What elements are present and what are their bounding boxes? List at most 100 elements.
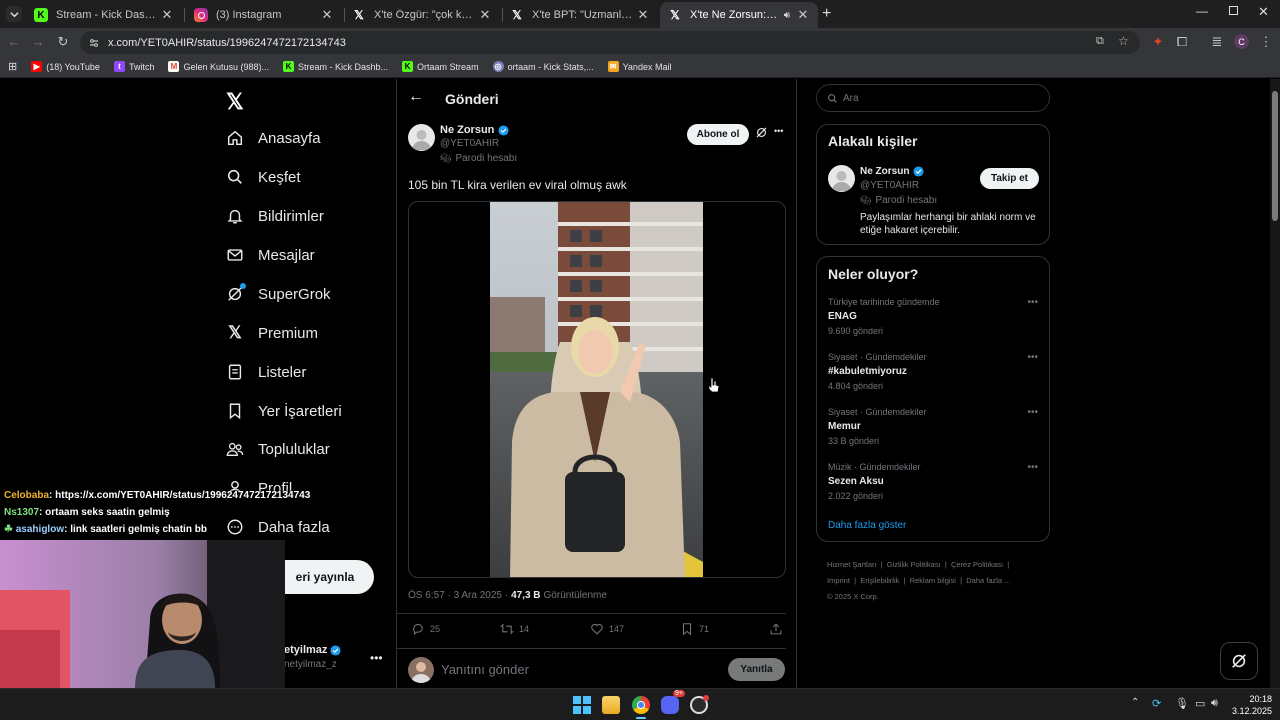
scrollbar[interactable]: [1270, 79, 1280, 688]
trend-item[interactable]: Siyaset · Gündemdekiler Memur 33 B gönde…: [828, 407, 1038, 446]
footer-link[interactable]: Gizlilik Politikası: [887, 560, 941, 569]
video-frame[interactable]: [490, 202, 703, 577]
search-box[interactable]: Ara: [816, 84, 1050, 112]
close-icon[interactable]: ✕: [478, 7, 492, 23]
close-icon[interactable]: ✕: [796, 7, 810, 23]
bookmark-yandex-mail[interactable]: ✉ Yandex Mail: [607, 61, 671, 72]
back-icon[interactable]: ←: [6, 34, 22, 49]
bookmark-kick-stats[interactable]: ◎ ortaam - Kick Stats,...: [492, 61, 594, 72]
extensions-icon[interactable]: ⧠: [1174, 34, 1190, 50]
speaker-icon[interactable]: 🔊︎: [784, 10, 790, 21]
display-icon[interactable]: ▭: [1195, 697, 1205, 710]
install-app-icon[interactable]: ⧉: [1096, 35, 1104, 48]
sidebar-item-more[interactable]: Daha fazla: [226, 515, 330, 539]
trend-item[interactable]: Türkiye tarihinde gündemde ENAG 9.690 gö…: [828, 297, 1038, 336]
site-info-icon[interactable]: [88, 37, 100, 49]
sidebar-item-lists[interactable]: Listeler: [226, 360, 306, 384]
reply-input[interactable]: Yanıtını gönder: [441, 662, 529, 677]
volume-icon[interactable]: 🔊︎: [1211, 697, 1218, 710]
close-icon[interactable]: ✕: [636, 7, 650, 23]
author-name[interactable]: Ne Zorsun: [440, 124, 509, 136]
related-avatar[interactable]: [828, 165, 855, 192]
file-explorer-icon[interactable]: [602, 696, 620, 714]
new-tab-button[interactable]: +: [822, 5, 831, 23]
reply-action[interactable]: 25: [411, 622, 440, 636]
account-name[interactable]: etyilmaz: [284, 644, 341, 656]
repost-action[interactable]: 14: [500, 622, 529, 636]
sidebar-item-explore[interactable]: Keşfet: [226, 165, 301, 189]
bookmark-ortaam-stream[interactable]: K Ortaam Stream: [402, 61, 479, 72]
footer-link[interactable]: Hizmet Şartları: [827, 560, 877, 569]
close-icon[interactable]: ✕: [320, 7, 334, 23]
sidebar-item-premium[interactable]: 𝕏 Premium: [226, 321, 318, 345]
sidebar-item-bookmarks[interactable]: Yer İşaretleri: [226, 399, 342, 423]
tray-chevron-icon[interactable]: ⌃: [1131, 697, 1139, 708]
bookmark-kick-dashboard[interactable]: K Stream - Kick Dashb...: [283, 61, 388, 72]
bookmark-twitch[interactable]: t Twitch: [113, 61, 154, 72]
tab-x-ne-zorsun[interactable]: 𝕏 X'te Ne Zorsun: "105 bin TL 🔊︎ ✕: [660, 2, 818, 28]
tab-instagram[interactable]: (3) Instagram ✕: [186, 2, 342, 28]
account-more-icon[interactable]: •••: [370, 651, 383, 665]
footer-link[interactable]: Çerez Politikası: [951, 560, 1003, 569]
grok-floating-button[interactable]: [1220, 642, 1258, 680]
bookmark-youtube[interactable]: ▶ (18) YouTube: [31, 61, 100, 72]
grok-icon[interactable]: [755, 126, 768, 144]
tab-x-bpt[interactable]: 𝕏 X'te BPT: "Uzmanlar, cinsel ilişki ✕: [502, 2, 658, 28]
obs-icon[interactable]: [690, 695, 709, 714]
profile-avatar[interactable]: C: [1234, 34, 1249, 49]
address-bar[interactable]: x.com/YET0AHIR/status/199624747217213474…: [80, 31, 1140, 54]
like-action[interactable]: 147: [590, 622, 624, 636]
extension-red-icon[interactable]: ✦: [1150, 34, 1166, 50]
author-avatar[interactable]: [408, 124, 435, 151]
trend-more-icon[interactable]: •••: [1027, 462, 1038, 473]
bookmark-action[interactable]: 71: [680, 622, 709, 636]
media-controls-icon[interactable]: ≣: [1209, 34, 1225, 50]
trend-more-icon[interactable]: •••: [1027, 297, 1038, 308]
forward-icon[interactable]: →: [30, 34, 46, 49]
sidebar-item-home[interactable]: Anasayfa: [226, 126, 321, 150]
trend-item[interactable]: Müzik · Gündemdekiler Sezen Aksu 2.022 g…: [828, 462, 1038, 501]
sidebar-item-supergrok[interactable]: SuperGrok: [226, 282, 331, 306]
trend-more-icon[interactable]: •••: [1027, 352, 1038, 363]
minimize-button[interactable]: —: [1196, 4, 1208, 18]
show-more-link[interactable]: Daha fazla göster: [828, 520, 906, 531]
sidebar-item-notifications[interactable]: Bildirimler: [226, 204, 324, 228]
trend-more-icon[interactable]: •••: [1027, 407, 1038, 418]
microphone-icon[interactable]: 🎙︎: [1175, 697, 1189, 710]
apps-icon[interactable]: ⊞: [8, 60, 17, 73]
reply-button[interactable]: Yanıtla: [728, 658, 785, 681]
footer-link[interactable]: Reklam bilgisi: [910, 576, 956, 585]
close-window-button[interactable]: ✕: [1258, 4, 1269, 20]
discord-badge: 9+: [673, 690, 685, 697]
tab-kick-dashboard[interactable]: K Stream - Kick Dashboard ✕: [26, 2, 182, 28]
menu-icon[interactable]: ⋮: [1258, 34, 1274, 50]
views-count: 47,3 B: [511, 590, 541, 601]
trend-item[interactable]: Siyaset · Gündemdekiler #kabuletmiyoruz …: [828, 352, 1038, 391]
share-icon[interactable]: [769, 622, 783, 641]
post-more-icon[interactable]: •••: [774, 126, 783, 136]
close-icon[interactable]: ✕: [160, 7, 174, 23]
sidebar-item-messages[interactable]: Mesajlar: [226, 243, 315, 267]
post-media[interactable]: [408, 201, 786, 578]
star-icon[interactable]: ☆: [1118, 34, 1129, 48]
footer-link[interactable]: Imprint: [827, 576, 850, 585]
reload-icon[interactable]: ↻: [55, 34, 71, 50]
chrome-icon[interactable]: [632, 696, 650, 714]
sidebar-item-communities[interactable]: Topluluklar: [226, 437, 330, 461]
sync-icon[interactable]: ⟳: [1152, 697, 1161, 710]
tab-search-button[interactable]: [6, 6, 22, 22]
back-arrow-icon[interactable]: ←: [408, 88, 424, 106]
footer-link[interactable]: Daha fazla ...: [966, 576, 1010, 585]
footer-link[interactable]: Erişilebilirlik: [860, 576, 899, 585]
clock[interactable]: 20:18 3.12.2025: [1232, 693, 1272, 717]
related-name[interactable]: Ne Zorsun: [860, 166, 924, 177]
subscribe-button[interactable]: Abone ol: [687, 124, 749, 145]
tab-x-ozgur[interactable]: 𝕏 X'te Özgür: "çok korkutucu böyle ✕: [344, 2, 500, 28]
bookmark-gmail[interactable]: M Gelen Kutusu (988)...: [168, 61, 269, 72]
x-logo-icon[interactable]: 𝕏: [226, 89, 244, 115]
follow-button[interactable]: Takip et: [980, 168, 1039, 189]
scrollbar-thumb[interactable]: [1272, 91, 1278, 221]
restore-button[interactable]: [1229, 6, 1238, 15]
windows-start-icon[interactable]: [573, 696, 591, 714]
discord-icon[interactable]: 9+: [661, 690, 685, 714]
